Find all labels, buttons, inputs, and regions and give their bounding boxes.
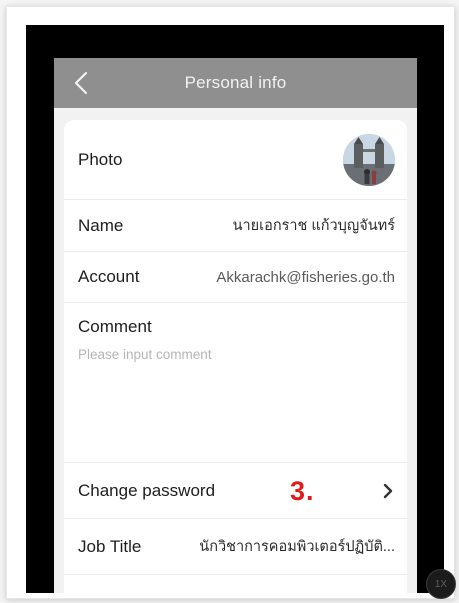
navigation-bar: Personal info [54, 58, 417, 108]
account-row: Account Akkarachk@fisheries.go.th [64, 252, 407, 303]
chevron-right-icon [383, 483, 393, 498]
photo-label: Photo [78, 149, 123, 169]
comment-section: Comment [64, 303, 407, 463]
job-title-label: Job Title [78, 536, 142, 556]
name-row[interactable]: Name นายเอกราช แก้วบุญจันทร์ [64, 200, 407, 252]
job-title-value: นักวิชาการคอมพิวเตอร์ปฏิบัติ... [199, 539, 395, 555]
comment-input[interactable] [78, 347, 378, 362]
name-value: นายเอกราช แก้วบุญจันทร์ [232, 218, 395, 234]
photo-row[interactable]: Photo [64, 120, 407, 200]
avatar-photo-image [343, 133, 395, 186]
change-password-label: Change password [78, 480, 216, 500]
page-title: Personal info [184, 73, 287, 92]
chevron-left-icon [74, 71, 88, 95]
account-value: Akkarachk@fisheries.go.th [216, 268, 395, 286]
comment-label: Comment [78, 317, 152, 336]
name-label: Name [78, 215, 124, 235]
personal-info-screen: Personal info Photo Name นายเอกราช แก้วบ… [54, 58, 417, 593]
profile-card: Photo Name นายเอกราช แก้วบุญจันทร์ Accou… [64, 120, 407, 593]
avatar[interactable] [343, 133, 395, 186]
back-button[interactable] [64, 64, 98, 102]
step-number-annotation: 3. [290, 476, 315, 506]
account-label: Account [78, 267, 140, 286]
job-title-row: Job Title นักวิชาการคอมพิวเตอร์ปฏิบัติ..… [64, 519, 407, 575]
zoom-badge[interactable]: 1X [426, 569, 456, 599]
change-password-row[interactable]: Change password [64, 463, 407, 519]
